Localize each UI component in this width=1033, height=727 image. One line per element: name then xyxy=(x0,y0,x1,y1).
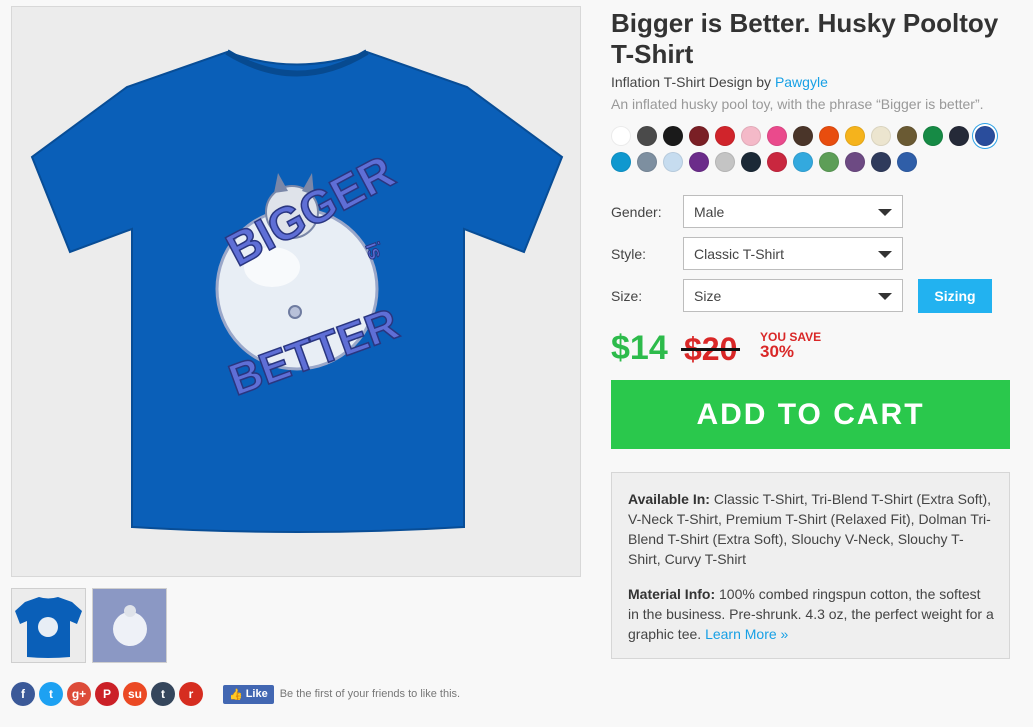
color-swatch[interactable] xyxy=(663,152,683,172)
size-label: Size: xyxy=(611,288,643,304)
reddit-icon[interactable]: r xyxy=(179,682,203,706)
thumbnail-strip xyxy=(11,588,167,663)
thumbnail-shirt[interactable] xyxy=(11,588,86,663)
savings-percent: 30% xyxy=(760,342,795,361)
color-swatch[interactable] xyxy=(741,126,761,146)
add-to-cart-button[interactable]: ADD TO CART xyxy=(611,380,1010,449)
color-swatch[interactable] xyxy=(897,126,917,146)
color-swatch[interactable] xyxy=(689,152,709,172)
gender-value: Male xyxy=(694,203,725,220)
gender-label: Gender: xyxy=(611,204,662,220)
product-title: Bigger is Better. Husky Pooltoy T-Shirt xyxy=(611,8,999,69)
color-swatch[interactable] xyxy=(715,152,735,172)
color-swatch[interactable] xyxy=(767,152,787,172)
tshirt-illustration: BIGGER is BETTER xyxy=(30,49,564,533)
style-label: Style: xyxy=(611,246,647,262)
product-byline: Inflation T-Shirt Design by Pawgyle xyxy=(611,74,828,90)
twitter-icon[interactable]: t xyxy=(39,682,63,706)
google-plus-icon[interactable]: g+ xyxy=(67,682,91,706)
like-text: Be the first of your friends to like thi… xyxy=(279,688,461,700)
style-value: Classic T-Shirt xyxy=(694,245,784,262)
available-in: Available In: Classic T-Shirt, Tri-Blend… xyxy=(628,489,995,569)
artist-link[interactable]: Pawgyle xyxy=(775,74,828,90)
chevron-down-icon xyxy=(878,251,892,258)
facebook-like-button[interactable]: 👍 Like xyxy=(223,684,274,704)
tumblr-icon[interactable]: t xyxy=(151,682,175,706)
product-info-box: Available In: Classic T-Shirt, Tri-Blend… xyxy=(611,472,1010,659)
color-swatch[interactable] xyxy=(819,152,839,172)
color-swatch[interactable] xyxy=(949,126,969,146)
color-swatch[interactable] xyxy=(663,126,683,146)
color-swatch[interactable] xyxy=(715,126,735,146)
chevron-down-icon xyxy=(878,293,892,300)
material-label: Material Info: xyxy=(628,586,716,602)
product-description: An inflated husky pool toy, with the phr… xyxy=(611,96,984,112)
color-swatch[interactable] xyxy=(689,126,709,146)
product-page: BIGGER is BETTER f t g+ P su t r 👍 Like … xyxy=(0,0,1033,727)
color-swatch[interactable] xyxy=(611,126,631,146)
byline-prefix: Inflation T-Shirt Design by xyxy=(611,74,775,90)
price-strikethrough xyxy=(681,348,741,351)
color-swatch[interactable] xyxy=(637,152,657,172)
pinterest-icon[interactable]: P xyxy=(95,682,119,706)
color-swatch[interactable] xyxy=(871,126,891,146)
current-price: $14 xyxy=(611,329,668,367)
color-swatch[interactable] xyxy=(793,152,813,172)
color-swatch[interactable] xyxy=(741,152,761,172)
stumbleupon-icon[interactable]: su xyxy=(123,682,147,706)
like-label: Like xyxy=(245,688,268,700)
share-bar: f t g+ P su t r 👍 Like Be the first of y… xyxy=(11,682,460,706)
gender-select[interactable]: Male xyxy=(683,195,903,228)
thumbnail-design[interactable] xyxy=(92,588,167,663)
color-swatch[interactable] xyxy=(845,152,865,172)
savings-badge: YOU SAVE 30% xyxy=(760,331,821,361)
facebook-like-widget: 👍 Like Be the first of your friends to l… xyxy=(223,684,461,704)
sizing-button[interactable]: Sizing xyxy=(918,279,992,313)
color-swatch[interactable] xyxy=(975,126,995,146)
color-swatch[interactable] xyxy=(793,126,813,146)
size-select[interactable]: Size xyxy=(683,279,903,312)
product-main-image[interactable]: BIGGER is BETTER xyxy=(11,6,581,577)
thumbs-up-icon: 👍 xyxy=(229,688,243,701)
facebook-icon[interactable]: f xyxy=(11,682,35,706)
chevron-down-icon xyxy=(878,209,892,216)
color-swatch[interactable] xyxy=(819,126,839,146)
original-price: $20 xyxy=(681,331,741,368)
color-swatch[interactable] xyxy=(897,152,917,172)
material-info: Material Info: 100% combed ringspun cott… xyxy=(628,584,995,644)
learn-more-link[interactable]: Learn More » xyxy=(705,626,788,642)
color-swatch[interactable] xyxy=(923,126,943,146)
color-swatch[interactable] xyxy=(767,126,787,146)
color-swatch[interactable] xyxy=(871,152,891,172)
color-swatch[interactable] xyxy=(845,126,865,146)
color-swatches xyxy=(611,126,1011,172)
size-value: Size xyxy=(694,287,722,304)
color-swatch[interactable] xyxy=(611,152,631,172)
style-select[interactable]: Classic T-Shirt xyxy=(683,237,903,270)
available-label: Available In: xyxy=(628,491,710,507)
color-swatch[interactable] xyxy=(637,126,657,146)
